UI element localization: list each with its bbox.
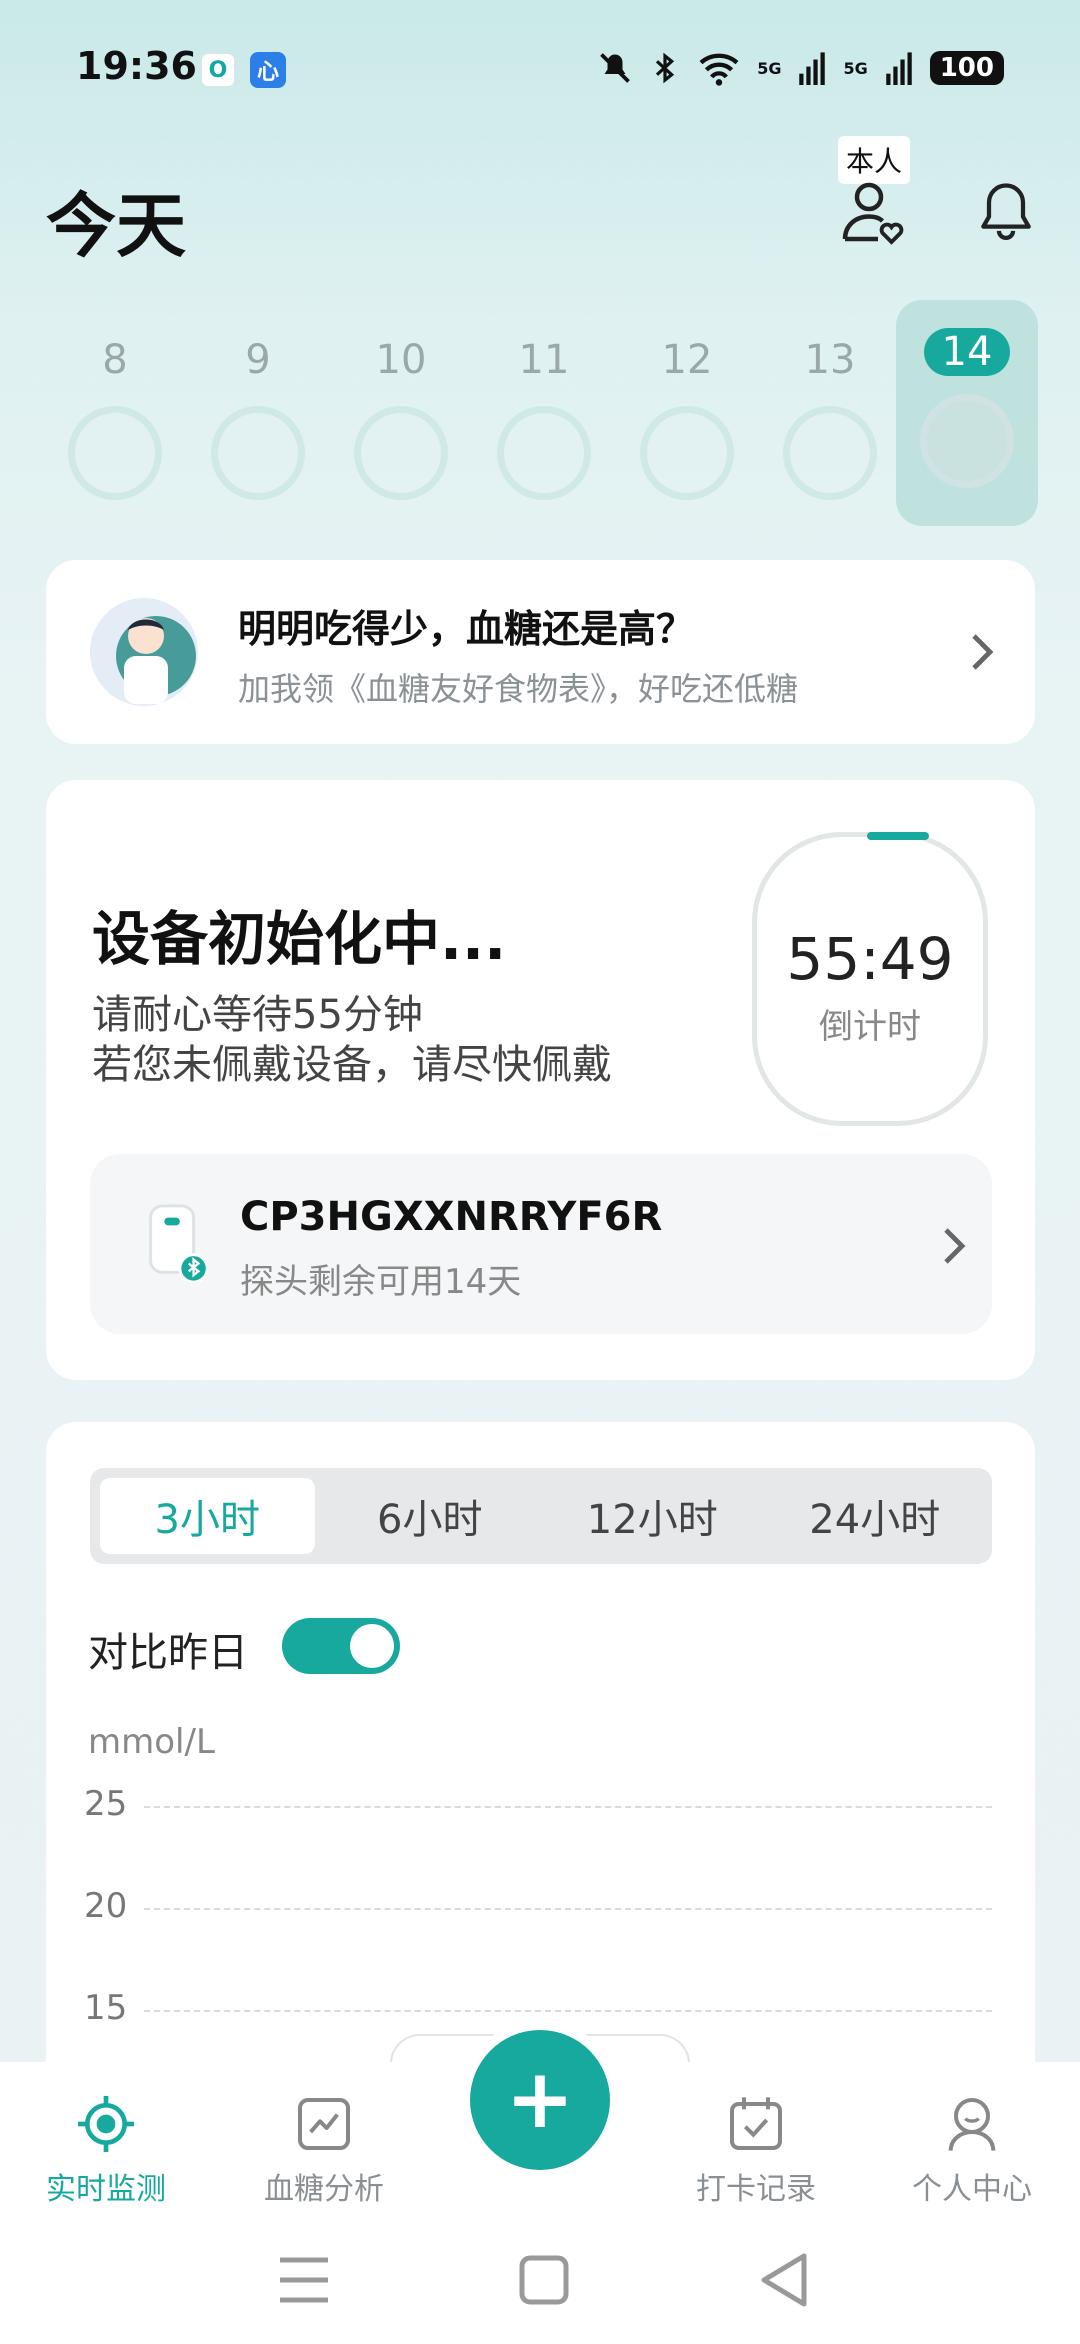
day-item[interactable]: 12 <box>616 300 758 526</box>
analysis-icon <box>298 2098 350 2150</box>
compare-yesterday-label: 对比昨日 <box>88 1630 248 1676</box>
mute-icon <box>600 53 631 83</box>
status-icons: 5G 5G 100 <box>597 50 1004 86</box>
countdown-value: 55:49 <box>786 925 954 993</box>
notification-bell-icon[interactable] <box>972 176 1040 246</box>
chevron-right-icon <box>944 1228 966 1264</box>
sensor-device-icon <box>149 1204 206 1284</box>
nav-label: 打卡记录 <box>696 2172 816 2207</box>
back-icon[interactable] <box>744 2240 824 2320</box>
tab-12h[interactable]: 12小时 <box>545 1478 760 1554</box>
day-number: 11 <box>518 337 570 383</box>
day-number: 14 <box>923 328 1011 376</box>
app-notification-icon: O <box>200 52 236 88</box>
page-title: 今天 <box>46 185 186 267</box>
countdown-timer: 55:49 倒计时 <box>752 832 988 1126</box>
day-selector: 8 9 10 11 12 13 14 <box>44 300 1040 526</box>
chart-unit-label: mmol/L <box>88 1722 215 1762</box>
tab-3h[interactable]: 3小时 <box>100 1478 315 1554</box>
nav-label: 实时监测 <box>46 2172 166 2207</box>
nav-label: 个人中心 <box>912 2172 1032 2207</box>
y-tick-label: 15 <box>84 1988 128 2028</box>
calendar-check-icon <box>730 2097 782 2150</box>
bluetooth-icon <box>656 52 675 84</box>
countdown-label: 倒计时 <box>819 1007 921 1047</box>
nav-label: 血糖分析 <box>264 2172 384 2207</box>
status-time: 19:36 <box>76 44 197 88</box>
sensor-info-row[interactable]: CP3HGXXNRRYF6R 探头剩余可用14天 <box>90 1154 992 1334</box>
chevron-right-icon <box>972 634 994 670</box>
tab-24h[interactable]: 24小时 <box>768 1478 983 1554</box>
grid-line <box>144 1806 992 1808</box>
nav-personal-center[interactable]: 个人中心 <box>872 2092 1072 2208</box>
add-record-button[interactable]: + <box>470 2030 610 2170</box>
signal-icon-2 <box>885 52 912 85</box>
grid-line <box>144 2010 992 2012</box>
promo-subtitle: 加我领《血糖友好食物表》，好吃还低糖 <box>238 670 799 708</box>
y-tick-label: 20 <box>84 1886 128 1926</box>
home-icon[interactable] <box>504 2240 584 2320</box>
device-status-card: 设备初始化中... 请耐心等待55分钟 若您未佩戴设备，请尽快佩戴 55:49 … <box>46 780 1035 1380</box>
day-progress-ring <box>497 406 591 500</box>
signal-5g-label-2: 5G <box>843 58 868 78</box>
day-progress-ring <box>783 406 877 500</box>
day-number: 13 <box>804 337 856 383</box>
sensor-remaining-days: 探头剩余可用14天 <box>240 1262 522 1302</box>
day-item-selected[interactable]: 14 <box>896 300 1038 526</box>
device-init-wear-text: 若您未佩戴设备，请尽快佩戴 <box>92 1042 612 1088</box>
day-item[interactable]: 8 <box>44 300 186 526</box>
monitor-icon <box>78 2096 134 2152</box>
doctor-avatar-icon <box>90 598 198 706</box>
battery-icon: 100 <box>929 51 1004 85</box>
app-notification-icon-2: 心 <box>250 52 286 88</box>
promo-card[interactable]: 明明吃得少，血糖还是高？ 加我领《血糖友好食物表》，好吃还低糖 <box>46 560 1035 744</box>
day-item[interactable]: 13 <box>759 300 901 526</box>
day-item[interactable]: 11 <box>473 300 615 526</box>
status-bar: 19:36 O 心 5G 5G 100 <box>0 0 1080 130</box>
day-item[interactable]: 9 <box>187 300 329 526</box>
day-progress-ring <box>920 394 1014 488</box>
compare-yesterday-toggle[interactable] <box>282 1618 400 1674</box>
grid-line <box>144 1908 992 1910</box>
day-progress-ring <box>211 406 305 500</box>
device-init-title: 设备初始化中... <box>92 905 507 973</box>
day-number: 8 <box>102 337 128 383</box>
day-progress-ring <box>354 406 448 500</box>
signal-icon <box>799 52 826 85</box>
nav-checkin-record[interactable]: 打卡记录 <box>656 2092 856 2208</box>
time-range-tabs: 3小时 6小时 12小时 24小时 <box>90 1468 992 1564</box>
nav-realtime-monitor[interactable]: 实时监测 <box>6 2092 206 2208</box>
profile-switch-icon[interactable] <box>836 176 908 248</box>
day-progress-ring <box>640 406 734 500</box>
plus-icon: + <box>505 2052 575 2147</box>
sensor-id: CP3HGXXNRRYF6R <box>240 1194 663 1240</box>
day-progress-ring <box>68 406 162 500</box>
toggle-knob <box>350 1624 394 1668</box>
menu-icon[interactable] <box>264 2240 344 2320</box>
timer-progress-arc <box>867 832 929 840</box>
day-number: 10 <box>375 337 427 383</box>
day-item[interactable]: 10 <box>330 300 472 526</box>
nav-glucose-analysis[interactable]: 血糖分析 <box>224 2092 424 2208</box>
y-tick-label: 25 <box>84 1784 128 1824</box>
tab-6h[interactable]: 6小时 <box>323 1478 538 1554</box>
promo-title: 明明吃得少，血糖还是高？ <box>238 607 695 651</box>
day-number: 9 <box>245 337 271 383</box>
wifi-icon <box>699 53 739 86</box>
person-icon <box>948 2098 996 2151</box>
day-number: 12 <box>661 337 713 383</box>
signal-5g-label: 5G <box>757 58 782 78</box>
